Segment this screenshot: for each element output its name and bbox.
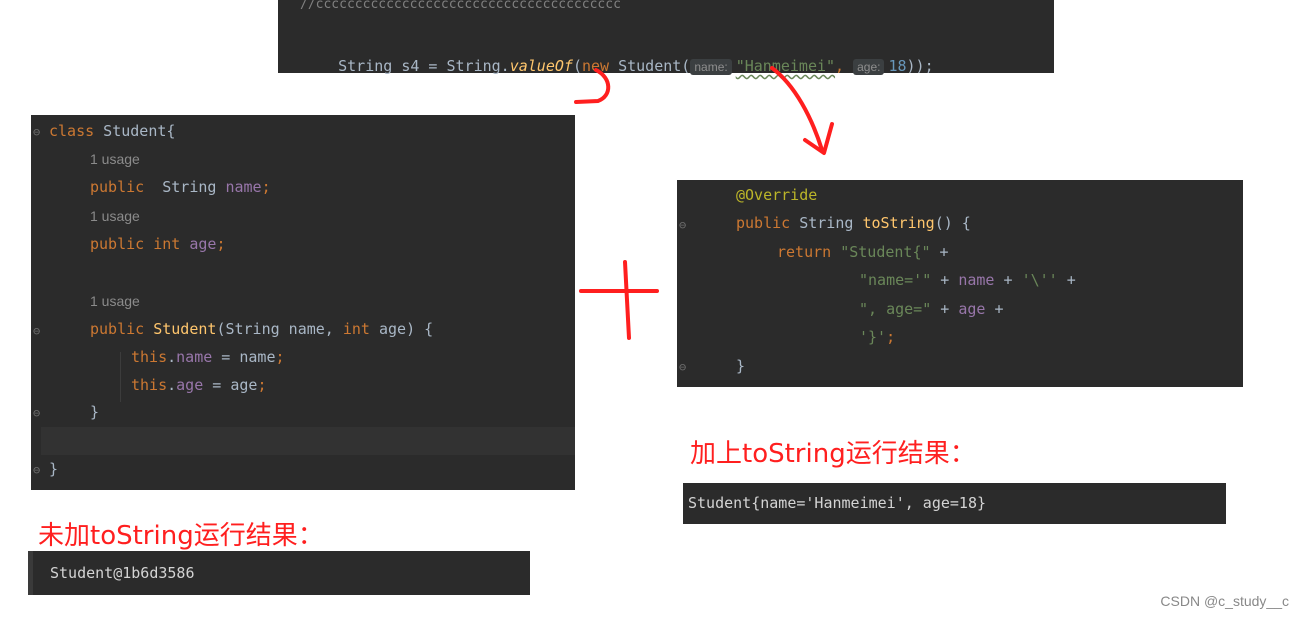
output-without-tostring: Student@1b6d3586	[28, 551, 530, 595]
caption-with-tostring: 加上toString运行结果：	[690, 439, 976, 469]
plus-vertical	[623, 260, 631, 340]
code-line-override: @Override	[736, 186, 818, 204]
output-with-tostring: Student{name='Hanmeimei', age=18}	[683, 483, 1226, 524]
code-line-return: return "Student{" +	[777, 243, 949, 261]
tostring-method-editor: @Override ⊖ public String toString() { r…	[677, 180, 1243, 387]
student-class-editor: ⊖ class Student{ 1 usage public String n…	[31, 115, 575, 490]
fold-icon: ⊖	[679, 360, 687, 374]
usage-hint[interactable]: 1 usage	[90, 148, 140, 170]
fold-icon: ⊖	[33, 463, 41, 477]
code-line-assign-name: this.name = name;	[131, 348, 285, 366]
code-line-assign-age: this.age = age;	[131, 376, 267, 394]
console-output-line: Student@1b6d3586	[50, 564, 195, 582]
arrow-left-stroke	[574, 68, 611, 104]
csdn-watermark: CSDN @c_study__c	[1160, 593, 1289, 609]
code-line-close-class: }	[49, 460, 59, 478]
code-line-field-name: public String name;	[90, 178, 271, 196]
caption-without-tostring: 未加toString运行结果：	[38, 521, 324, 551]
console-gutter-line	[28, 551, 33, 595]
code-line-tostring-signature: public String toString() {	[736, 214, 971, 232]
code-line-name-concat: "name='" + name + '\'' +	[859, 271, 1076, 289]
code-line-close-ctor: }	[90, 403, 100, 421]
fold-icon: ⊖	[679, 218, 687, 232]
current-line-highlight	[41, 427, 575, 455]
code-line-constructor: public Student(String name, int age) {	[90, 320, 434, 338]
usage-hint[interactable]: 1 usage	[90, 205, 140, 227]
code-line-class: class Student{	[49, 122, 176, 140]
arrow-right-stroke	[770, 66, 824, 152]
code-line-brace-concat: '}';	[859, 328, 896, 346]
fold-icon: ⊖	[33, 324, 41, 338]
code-line-close-method: }	[736, 357, 746, 375]
code-line-field-age: public int age;	[90, 235, 226, 253]
usage-hint[interactable]: 1 usage	[90, 290, 140, 312]
indent-guide	[120, 352, 121, 402]
fold-icon: ⊖	[33, 125, 41, 139]
console-output-line: Student{name='Hanmeimei', age=18}	[688, 494, 987, 512]
fold-icon: ⊖	[33, 406, 41, 420]
code-line-age-concat: ", age=" + age +	[859, 300, 1004, 318]
